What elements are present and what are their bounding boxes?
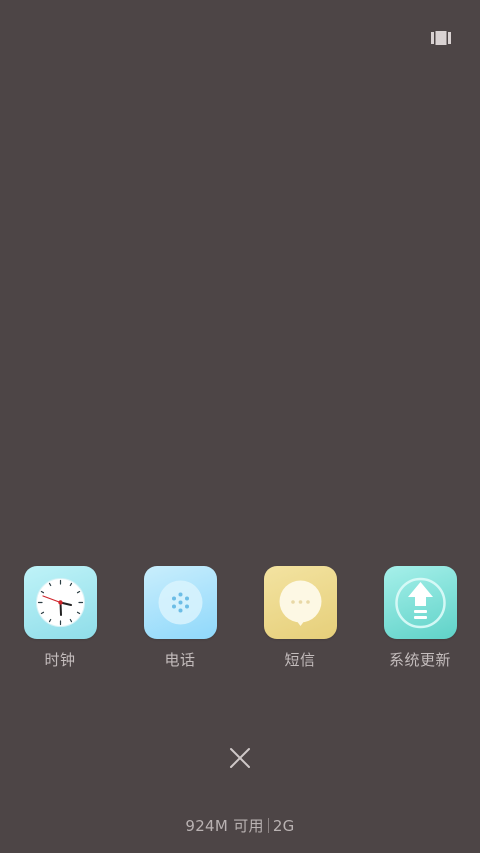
app-system-update[interactable]: 系统更新 — [370, 566, 470, 670]
memory-available: 924M 可用 — [185, 817, 264, 835]
recent-apps-row: 时钟 电话 短信 系统更新 — [0, 566, 480, 676]
memory-total: 2G — [272, 817, 295, 835]
app-label-phone: 电话 — [164, 651, 196, 669]
clock-icon — [23, 566, 97, 639]
app-phone[interactable]: 电话 — [130, 566, 230, 670]
manage-recents-button[interactable] — [430, 29, 452, 47]
app-label-clock: 时钟 — [44, 651, 76, 669]
close-icon — [230, 748, 250, 768]
app-label-sms: 短信 — [284, 651, 316, 669]
upload-arrow-icon — [383, 566, 457, 639]
app-clock[interactable]: 时钟 — [10, 566, 110, 670]
memory-divider — [267, 818, 269, 833]
app-label-system-update: 系统更新 — [388, 651, 451, 669]
app-sms[interactable]: 短信 — [250, 566, 350, 670]
recents-layout-icon — [431, 31, 451, 45]
chat-bubble-icon — [263, 566, 337, 639]
phone-dialpad-icon — [143, 566, 217, 639]
close-recents-button[interactable] — [228, 746, 252, 770]
memory-status: 924M 可用 2G — [0, 815, 480, 836]
